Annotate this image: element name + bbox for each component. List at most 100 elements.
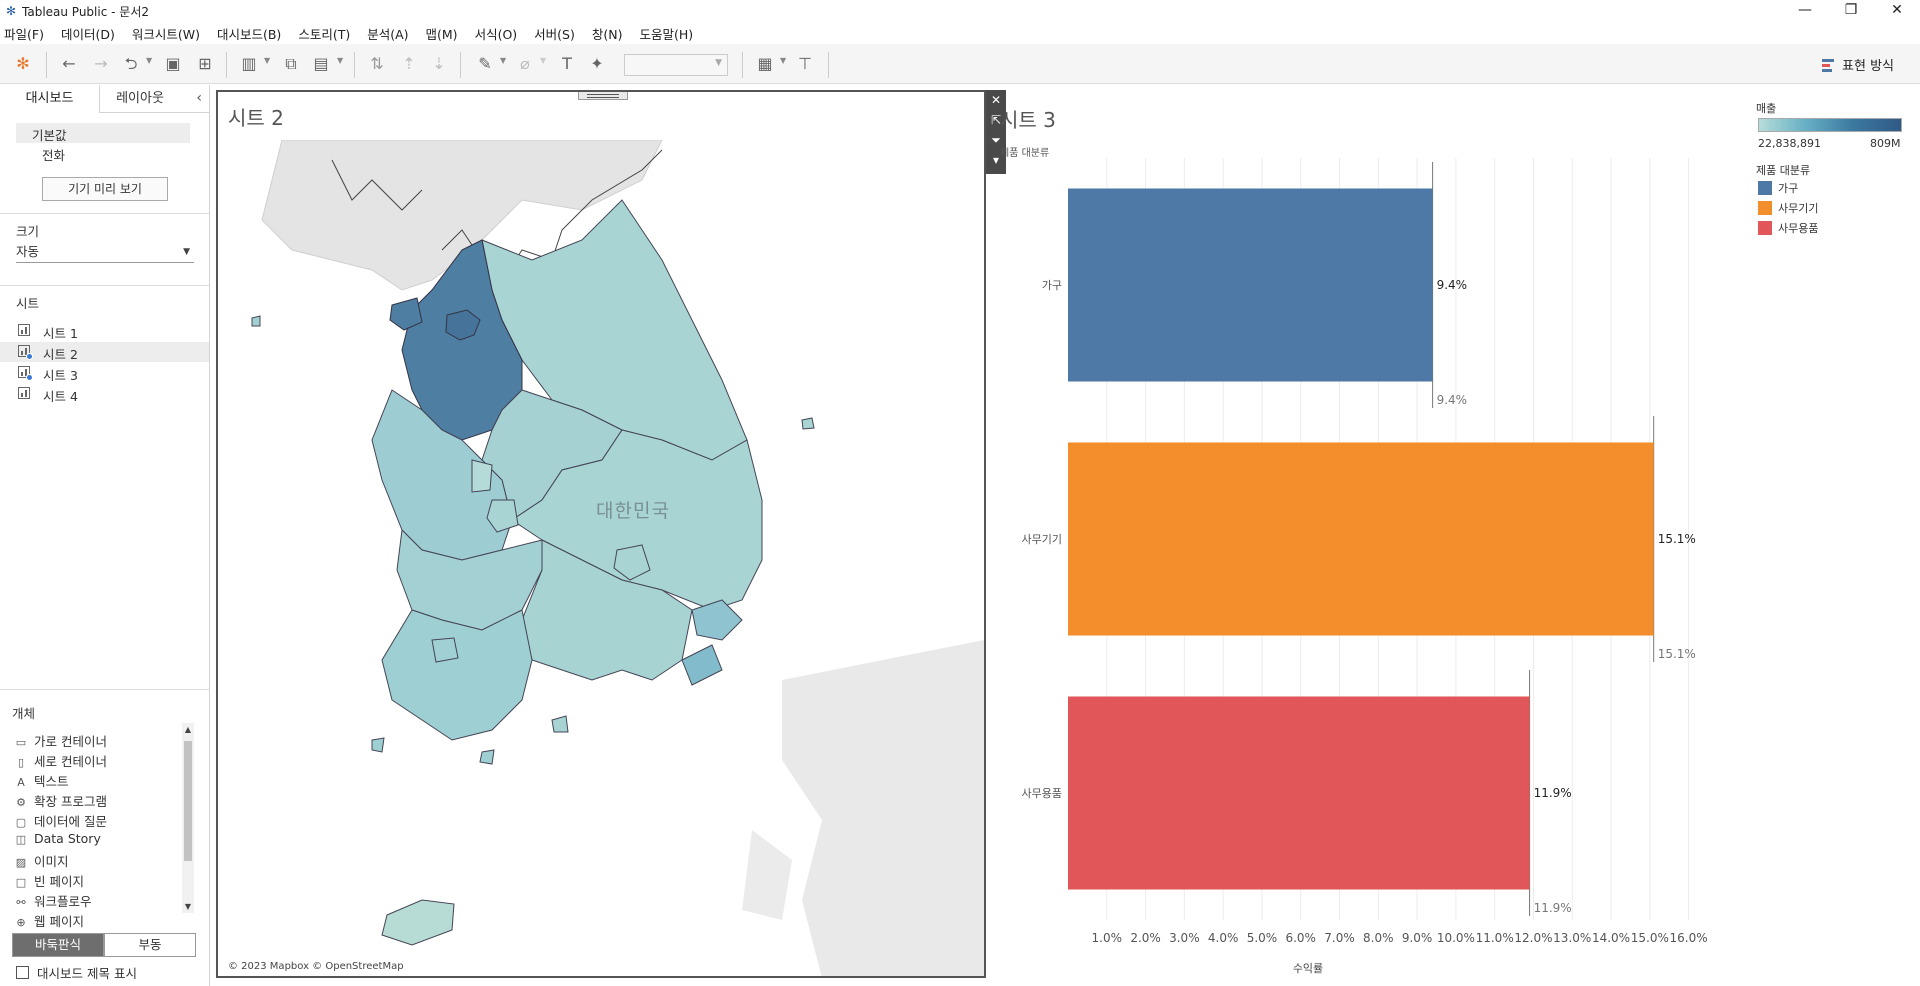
sheet-item-2[interactable]: 시트 2 — [0, 342, 209, 362]
legend-item-office-machines[interactable]: 사무기기 — [1758, 200, 1818, 216]
highlight-icon[interactable]: ✎ — [474, 54, 496, 74]
sheet-item-1[interactable]: 시트 1 — [0, 321, 209, 341]
object-blank[interactable]: □ 빈 페이지 — [14, 871, 84, 891]
device-preview-button[interactable]: 기기 미리 보기 — [42, 177, 168, 201]
device-default-row[interactable]: 기본값 — [16, 123, 190, 143]
tab-layout[interactable]: 레이아웃 — [100, 85, 180, 113]
x-tick-label: 5.0% — [1247, 931, 1278, 945]
presentation-mode-icon[interactable]: ⊤ — [794, 54, 816, 74]
object-ask-data[interactable]: ▢ 데이터에 질문 — [14, 811, 107, 831]
group-icon[interactable]: ⌀ — [514, 54, 536, 74]
menu-server[interactable]: 서버(S) — [534, 24, 575, 43]
region-jeju[interactable] — [381, 899, 455, 946]
bar[interactable] — [1068, 696, 1530, 890]
size-value: 자동 — [16, 244, 40, 259]
redo-icon[interactable]: → — [90, 54, 112, 74]
show-dashboard-title-checkbox[interactable]: 대시보드 제목 표시 — [16, 963, 137, 982]
island-ulleung[interactable] — [801, 417, 815, 430]
sort-ascending-icon[interactable]: ⇡ — [398, 54, 420, 74]
scrollbar-thumb[interactable] — [184, 741, 192, 861]
region-busan[interactable] — [681, 644, 723, 686]
map-copyright[interactable]: © 2023 Mapbox © OpenStreetMap — [228, 961, 404, 972]
menu-window[interactable]: 창(N) — [592, 24, 623, 43]
island-south[interactable] — [551, 715, 569, 733]
object-data-story[interactable]: ◫ Data Story — [14, 831, 101, 851]
chevron-down-icon[interactable]: ▼ — [780, 56, 786, 65]
swap-icon[interactable]: ⇅ — [366, 54, 388, 74]
x-tick-label: 15.0% — [1631, 931, 1669, 945]
chevron-down-icon[interactable]: ▼ — [146, 56, 152, 65]
menu-analysis[interactable]: 분석(A) — [367, 24, 408, 43]
object-horizontal-container[interactable]: ▭ 가로 컨테이너 — [14, 731, 107, 751]
menu-file[interactable]: 파일(F) — [4, 24, 44, 43]
region-gwangju[interactable] — [431, 637, 459, 663]
new-data-source-icon[interactable]: ⊞ — [194, 54, 216, 74]
chevron-down-icon[interactable]: ▼ — [264, 56, 270, 65]
island-south[interactable] — [479, 749, 495, 765]
chevron-down-icon[interactable]: ▼ — [337, 56, 343, 65]
clear-sheet-icon[interactable]: ▤ — [310, 54, 332, 74]
floating-button[interactable]: 부동 — [104, 933, 196, 957]
x-tick-label: 7.0% — [1324, 931, 1355, 945]
island-south[interactable] — [371, 737, 385, 753]
show-me-button[interactable]: 표현 방식 — [1822, 55, 1894, 74]
scroll-up-icon[interactable]: ▲ — [182, 725, 194, 734]
scroll-down-icon[interactable]: ▼ — [182, 902, 194, 911]
profit-ratio-bar-chart[interactable]: 1.0% 2.0% 3.0% 4.0% 5.0% 6.0% 7.0% 8.0% 9.0% 10.0… — [1000, 150, 1740, 980]
tiled-button[interactable]: 바둑판식 — [12, 933, 104, 957]
minimize-button[interactable]: — — [1782, 0, 1828, 22]
text-icon: A — [17, 776, 25, 789]
object-extension[interactable]: ⚙ 확장 프로그램 — [14, 791, 107, 811]
color-legend-gradient[interactable] — [1758, 118, 1902, 132]
legend-item-office-supplies[interactable]: 사무용품 — [1758, 220, 1818, 236]
object-image[interactable]: ▨ 이미지 — [14, 851, 69, 871]
labels-icon[interactable]: T — [556, 54, 578, 74]
sort-descending-icon[interactable]: ⇣ — [428, 54, 450, 74]
menu-format[interactable]: 서식(O) — [475, 24, 518, 43]
new-worksheet-icon[interactable]: ▥ — [238, 54, 260, 74]
island-west[interactable] — [251, 315, 261, 327]
size-select[interactable]: 자동 ▼ — [16, 243, 194, 263]
legend-item-furniture[interactable]: 가구 — [1758, 180, 1798, 196]
duplicate-sheet-icon[interactable]: ⧉ — [280, 54, 302, 74]
chevron-down-icon[interactable]: ▼ — [540, 56, 546, 65]
show-cards-icon[interactable]: ▦ — [754, 54, 776, 74]
drag-handle[interactable] — [578, 92, 628, 100]
object-vertical-container[interactable]: ▯ 세로 컨테이너 — [14, 751, 107, 771]
menu-dashboard[interactable]: 대시보드(B) — [217, 24, 281, 43]
toolbar-separator — [226, 52, 227, 78]
region-sejong[interactable] — [471, 459, 493, 493]
korea-map[interactable] — [222, 140, 984, 978]
tab-dashboard[interactable]: 대시보드 — [0, 85, 100, 113]
fit-select[interactable]: ▼ — [624, 54, 728, 76]
menu-help[interactable]: 도움말(H) — [639, 24, 693, 43]
restore-button[interactable]: ❐ — [1828, 0, 1874, 22]
save-icon[interactable]: ▣ — [162, 54, 184, 74]
close-button[interactable]: ✕ — [1874, 0, 1920, 22]
menu-story[interactable]: 스토리(T) — [298, 24, 350, 43]
objects-scrollbar[interactable]: ▲ ▼ — [182, 723, 194, 913]
chevron-down-icon[interactable]: ▼ — [500, 56, 506, 65]
object-text[interactable]: A 텍스트 — [14, 771, 68, 791]
sheet-item-3[interactable]: 시트 3 — [0, 363, 209, 383]
collapse-panel-icon[interactable]: ‹ — [196, 90, 202, 106]
object-workflow[interactable]: ⚯ 워크플로우 — [14, 891, 91, 911]
bar[interactable] — [1068, 188, 1433, 382]
menu-map[interactable]: 맵(M) — [426, 24, 458, 43]
sheet2-map-view[interactable]: 시트 2 대한민국 © 2023 Mapbox © OpenStreetMap — [216, 90, 986, 978]
sheet-item-4[interactable]: 시트 4 — [0, 384, 209, 404]
menu-worksheet[interactable]: 워크시트(W) — [132, 24, 200, 43]
bar[interactable] — [1068, 442, 1654, 636]
tableau-home-icon[interactable]: ✻ — [12, 54, 34, 74]
checkbox[interactable] — [16, 966, 29, 979]
object-web-page[interactable]: ⊕ 웹 페이지 — [14, 911, 84, 931]
menu-data[interactable]: 데이터(D) — [61, 24, 115, 43]
region-ulsan[interactable] — [691, 599, 743, 641]
device-phone[interactable]: 전화 — [42, 145, 65, 164]
pin-icon[interactable]: ✦ — [586, 54, 608, 74]
region-jeonnam[interactable] — [381, 609, 533, 741]
undo-icon[interactable]: ← — [58, 54, 80, 74]
reference-line-label: 9.4% — [1437, 393, 1468, 407]
replay-icon[interactable]: ⮌ — [120, 54, 142, 74]
legend-label: 가구 — [1778, 182, 1799, 195]
